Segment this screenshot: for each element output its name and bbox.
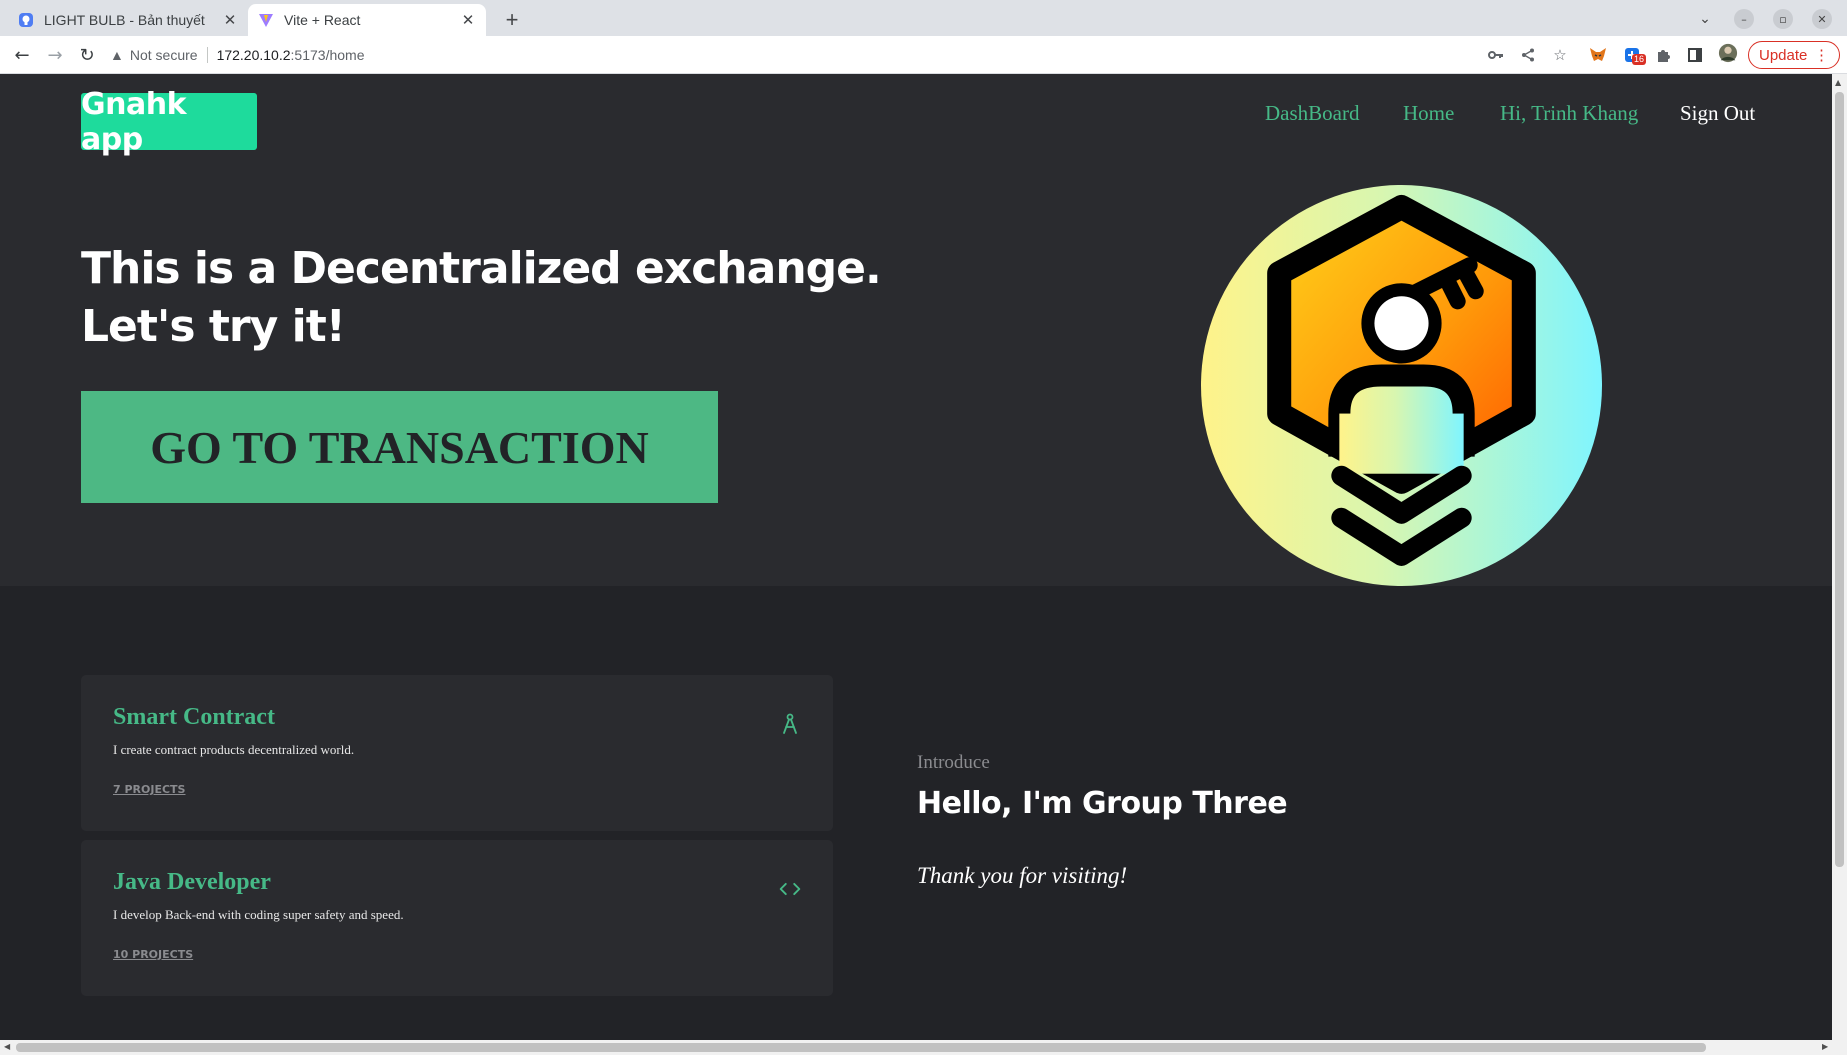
intro-thanks: Thank you for visiting!	[917, 863, 1128, 888]
nav-link-home[interactable]: Home	[1403, 101, 1454, 126]
scroll-left-arrow-icon[interactable]: ◀	[4, 1042, 10, 1051]
intro-kicker: Introduce	[917, 752, 990, 773]
address-bar[interactable]: ▲ Not secure 172.20.10.2:5173/home	[110, 40, 1450, 70]
vite-logo-icon	[258, 12, 274, 28]
share-icon[interactable]	[1518, 46, 1538, 64]
scroll-up-arrow-icon[interactable]: ▲	[1835, 78, 1841, 87]
bookmark-star-icon[interactable]: ☆	[1550, 46, 1570, 64]
close-tab-icon[interactable]: ✕	[222, 11, 238, 29]
nav-link-dashboard[interactable]: DashBoard	[1265, 101, 1359, 126]
new-tab-button[interactable]: +	[498, 6, 526, 34]
nav-user-greeting[interactable]: Hi, Trinh Khang	[1500, 101, 1638, 126]
hero-section: Gnahk app DashBoard Home Hi, Trinh Khang…	[0, 74, 1832, 586]
page-viewport: Gnahk app DashBoard Home Hi, Trinh Khang…	[0, 74, 1832, 1040]
compass-icon	[779, 711, 801, 737]
back-arrow-icon[interactable]: ←	[11, 44, 33, 66]
card-description: I create contract products decentralized…	[113, 742, 355, 757]
notification-badge: 16	[1632, 54, 1647, 65]
browser-tab-vite-react[interactable]: Vite + React ✕	[248, 4, 486, 36]
browser-toolbar: ← → ↻ ▲ Not secure 172.20.10.2:5173/home…	[0, 36, 1847, 74]
maximize-window-icon[interactable]: ▫	[1773, 9, 1793, 29]
hero-headline-line-1: This is a Decentralized exchange.	[81, 243, 882, 294]
warning-triangle-icon[interactable]: ▲	[110, 47, 124, 63]
update-browser-button[interactable]: Update ⋮	[1748, 41, 1840, 69]
card-projects-link[interactable]: 10 PROJECTS	[113, 948, 193, 961]
app-logo[interactable]: Gnahk app	[81, 87, 257, 157]
intro-title: Hello, I'm Group Three	[917, 786, 1288, 821]
puzzle-extensions-icon[interactable]	[1653, 46, 1673, 64]
reload-icon[interactable]: ↻	[76, 44, 98, 66]
scrollbar-thumb[interactable]	[16, 1043, 1706, 1052]
horizontal-scrollbar[interactable]: ◀ ▶	[0, 1040, 1847, 1055]
tab-search-chevron-icon[interactable]: ⌄	[1695, 9, 1715, 29]
side-panel-icon[interactable]	[1685, 46, 1705, 64]
browser-tab-title: LIGHT BULB - Bản thuyết	[44, 12, 205, 28]
url-host[interactable]: 172.20.10.2	[217, 47, 291, 63]
extension-badge-icon[interactable]: 16	[1622, 46, 1647, 65]
profile-avatar-icon[interactable]	[1718, 43, 1738, 63]
browser-tab-lightbulb[interactable]: LIGHT BULB - Bản thuyết ✕	[8, 4, 248, 36]
service-card-smart-contract: Smart Contract I create contract product…	[81, 675, 833, 831]
hero-headline-line-2: Let's try it!	[81, 301, 346, 352]
scroll-right-arrow-icon[interactable]: ▶	[1822, 1042, 1828, 1051]
scrollbar-thumb[interactable]	[1835, 92, 1844, 867]
close-tab-icon[interactable]: ✕	[460, 11, 476, 29]
metamask-fox-icon[interactable]	[1588, 46, 1608, 64]
go-to-transaction-button[interactable]: GO TO TRANSACTION	[81, 391, 718, 503]
card-title: Smart Contract	[113, 704, 275, 730]
security-status-label[interactable]: Not secure	[130, 47, 198, 63]
card-description: I develop Back-end with coding super saf…	[113, 907, 404, 922]
card-title: Java Developer	[113, 869, 271, 895]
more-vertical-icon[interactable]: ⋮	[1814, 46, 1829, 64]
divider	[206, 47, 208, 63]
browser-tabstrip: LIGHT BULB - Bản thuyết ✕ Vite + React ✕…	[0, 0, 1847, 36]
key-icon[interactable]	[1486, 46, 1506, 64]
hexagon-user-key-icon	[1201, 185, 1602, 586]
browser-tab-title: Vite + React	[284, 12, 361, 28]
service-card-java-developer: Java Developer I develop Back-end with c…	[81, 840, 833, 996]
minimize-window-icon[interactable]: –	[1734, 9, 1754, 29]
nav-link-sign-out[interactable]: Sign Out	[1680, 101, 1755, 126]
vertical-scrollbar[interactable]: ▲	[1832, 74, 1847, 1040]
lightbulb-app-icon	[18, 12, 34, 28]
url-path[interactable]: :5173/home	[291, 47, 365, 63]
update-button-label: Update	[1759, 46, 1808, 64]
code-brackets-icon	[779, 876, 801, 902]
close-window-icon[interactable]: ✕	[1812, 9, 1832, 29]
forward-arrow-icon[interactable]: →	[44, 44, 66, 66]
card-projects-link[interactable]: 7 PROJECTS	[113, 783, 185, 796]
hero-headline: This is a Decentralized exchange. Let's …	[81, 240, 901, 356]
